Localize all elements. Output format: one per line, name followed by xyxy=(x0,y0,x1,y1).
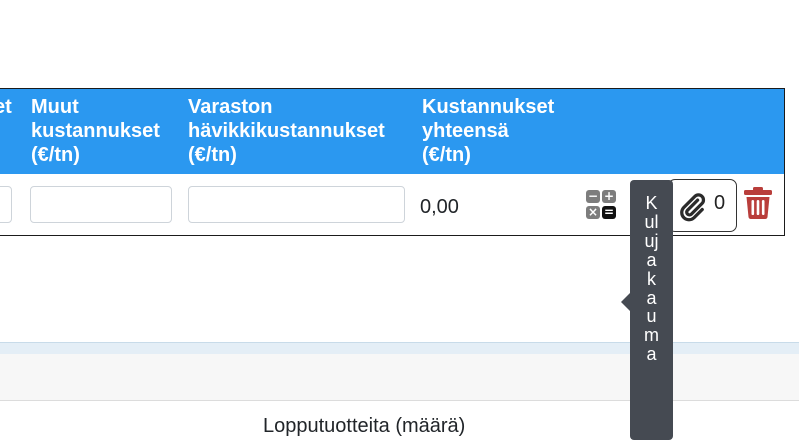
attachment-count: 0 xyxy=(714,192,726,214)
column-header-storage-loss-costs: Varaston hävikkikustannukset (€/tn) xyxy=(188,96,385,166)
column-header-total-costs: Kustannukset yhteensä (€/tn) xyxy=(422,96,555,166)
tooltip-arrow xyxy=(621,293,630,311)
calculator-icon[interactable]: − + × = xyxy=(586,190,618,222)
table-header: et Muut kustannukset (€/tn) Varaston häv… xyxy=(0,89,784,174)
column-header-partial: et xyxy=(0,96,12,118)
paperclip-icon xyxy=(680,193,706,222)
column-header-other-costs: Muut kustannukset (€/tn) xyxy=(31,96,160,166)
panel-header-bar xyxy=(0,342,799,354)
tooltip: Kulujakauma xyxy=(630,180,673,440)
trash-icon[interactable] xyxy=(744,187,772,219)
storage-loss-costs-input[interactable] xyxy=(188,186,405,223)
lower-panel: Lopputuotteita (määrä) xyxy=(0,342,799,437)
attachments-button[interactable]: 0 xyxy=(668,179,737,232)
total-costs-value: 0,00 xyxy=(420,196,459,218)
partial-cost-input[interactable] xyxy=(0,186,12,223)
other-costs-input[interactable] xyxy=(30,186,172,223)
tooltip-text: Kulujakauma xyxy=(644,193,659,365)
